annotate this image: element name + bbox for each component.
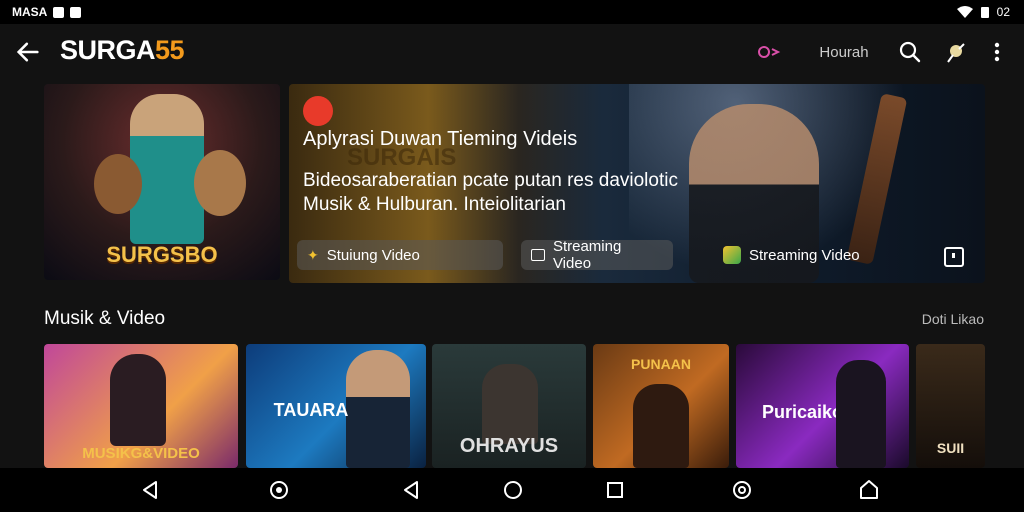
video-card-4-caption: PUNAAN: [631, 356, 691, 372]
video-card-4[interactable]: PUNAAN: [593, 344, 729, 468]
brand-logo-icon: [303, 96, 333, 126]
hero-headline: Aplyrasi Duwan Tieming Videis: [303, 128, 578, 150]
video-card-3-caption: OHRAYUS: [459, 435, 559, 457]
hero-chip-1[interactable]: ✦ Stuiung Video: [297, 240, 503, 270]
header-action-text[interactable]: Hourah: [816, 38, 872, 66]
app-bar: SURGA55 Hourah: [0, 24, 1024, 80]
recents-nav-icon[interactable]: [603, 478, 627, 502]
status-bar: MASA 02: [0, 0, 1024, 24]
video-card-1-caption: MUSIKG&VIDEO: [82, 445, 200, 462]
assistant-icon[interactable]: [267, 478, 291, 502]
status-left-text: MASA: [12, 5, 48, 19]
video-card-6-caption: SUII: [936, 440, 965, 456]
wifi-icon: [956, 6, 973, 18]
app-icon: [723, 246, 741, 264]
poster-figure: [130, 94, 204, 244]
poster-plush-right: [194, 150, 246, 216]
back-nav-icon-2[interactable]: [400, 478, 424, 502]
system-nav-bar: [0, 468, 1024, 512]
cast-icon[interactable]: [755, 38, 785, 66]
hero-chip-2[interactable]: Streaming Video: [521, 238, 673, 272]
video-card-5[interactable]: Puricaiko: [736, 344, 909, 468]
hero-chip-3-label: Streaming Video: [749, 246, 860, 264]
home-house-icon[interactable]: [857, 478, 881, 502]
back-nav-icon[interactable]: [139, 478, 163, 502]
video-card-3[interactable]: OHRAYUS: [432, 344, 586, 468]
hero-chip-3[interactable]: Streaming Video: [713, 240, 883, 270]
battery-icon: [980, 7, 989, 18]
sparkle-icon: ✦: [307, 246, 319, 263]
card-figure: [633, 384, 689, 468]
notification-icon: [53, 6, 65, 18]
hero-banner[interactable]: SURGAIS Aplyrasi Duwan Tieming Videis Bi…: [289, 84, 985, 283]
image-icon: [531, 249, 545, 261]
app-title: SURGA55: [60, 35, 185, 66]
hero-chip-2-label: Streaming Video: [552, 238, 622, 272]
video-card-2[interactable]: TAUARA: [246, 344, 426, 468]
hero-subline-1: Bideosaraberatian pcate putan res daviol…: [303, 170, 678, 191]
poster-plush-left: [94, 154, 142, 214]
hero-subline-2: Musik & Hulburan. Inteiolitarian: [303, 194, 566, 215]
more-vert-icon[interactable]: [985, 38, 1009, 66]
card-figure: [836, 360, 886, 468]
expand-icon[interactable]: [944, 247, 964, 267]
section-title: Musik & Video: [44, 308, 166, 329]
card-figure: [110, 354, 166, 446]
back-arrow-icon[interactable]: [14, 38, 42, 66]
video-card-6[interactable]: SUII: [916, 344, 985, 468]
hero-chip-1-label: Stuiung Video: [326, 246, 420, 264]
home-nav-icon[interactable]: [501, 478, 525, 502]
poster-caption: SURGSBO: [106, 242, 218, 267]
profile-badge-icon[interactable]: [944, 38, 968, 66]
screenshot-icon[interactable]: [730, 478, 754, 502]
app-title-prefix: SURGA: [60, 35, 156, 65]
video-card-1[interactable]: MUSIKG&VIDEO: [44, 344, 238, 468]
app-title-number: 55: [155, 35, 185, 65]
video-card-2-caption: TAUARA: [273, 400, 349, 420]
hero-poster-left[interactable]: SURGSBO: [44, 84, 280, 280]
media-icon: [70, 6, 82, 18]
section-more-link[interactable]: Doti Likao: [922, 311, 984, 327]
status-time: 02: [996, 5, 1010, 19]
card-figure: [482, 364, 538, 444]
search-icon[interactable]: [898, 38, 922, 66]
